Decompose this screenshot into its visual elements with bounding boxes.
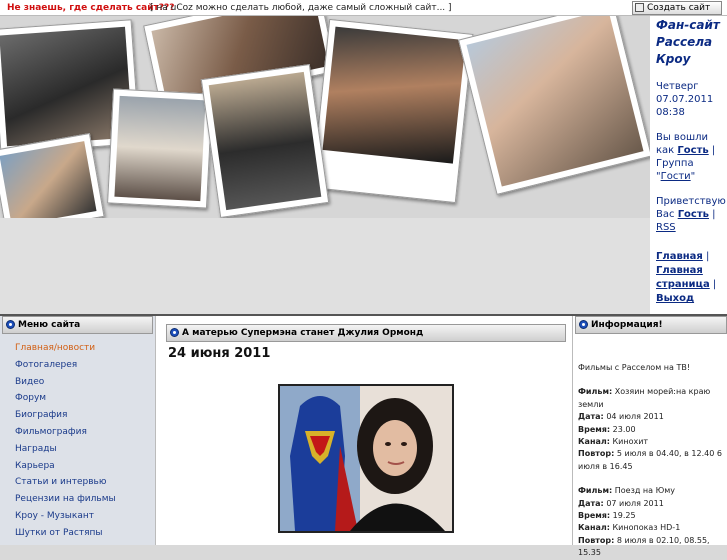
welcome-block: Приветствую Вас Гость | RSS: [656, 196, 726, 233]
menu-item-video[interactable]: Видео: [15, 374, 116, 391]
channel-label: Канал:: [578, 437, 610, 447]
film-date: 04 июля 2011: [606, 412, 664, 422]
menu-item-jokes[interactable]: Шутки от Растяпы: [15, 525, 116, 542]
film-date: 07 июля 2011: [606, 498, 664, 508]
welcome-guest-link[interactable]: Гость: [678, 209, 709, 220]
collage-photo: [107, 88, 213, 209]
time-label: Время:: [578, 511, 611, 521]
news-date: 24 июня 2011: [168, 346, 271, 361]
site-menu: Главная/новости Фотогалерея Видео Форум …: [15, 340, 116, 542]
film-time: 23.00: [612, 424, 636, 434]
film-time: 19.25: [612, 511, 636, 521]
current-datetime: Четверг 07.07.2011 08:38: [656, 81, 714, 118]
menu-item-musician[interactable]: Кроу - Музыкант: [15, 508, 116, 525]
collage-photo: [311, 18, 474, 204]
tv-entry: Фильм: Хозяин морей:на краю земли Дата: …: [578, 386, 726, 473]
menu-item-home-news[interactable]: Главная/новости: [15, 340, 116, 357]
menu-item-reviews[interactable]: Рецензии на фильмы: [15, 491, 116, 508]
film-name: Поезд на Юму: [614, 486, 675, 496]
site-icon: [635, 3, 644, 12]
guest-link[interactable]: Гость: [677, 145, 708, 156]
tv-entry: Фильм: Поезд на Юму Дата: 07 июля 2011 В…: [578, 485, 726, 559]
nav-main-page-link[interactable]: Главная страница: [656, 265, 710, 290]
time-label: Время:: [578, 424, 611, 434]
ucoz-tagline-link[interactable]: [ на uCoz можно сделать любой, даже самы…: [150, 0, 452, 16]
info-title: Информация!: [591, 320, 663, 330]
menu-item-career[interactable]: Карьера: [15, 458, 116, 475]
tv-heading: Фильмы с Расселом на ТВ!: [578, 363, 691, 372]
menu-item-photos[interactable]: Фотогалерея: [15, 357, 116, 374]
bullet-icon: [170, 328, 179, 337]
top-ad-bar: Не знаешь, где сделать сайт??? [ на uCoz…: [0, 0, 727, 16]
menu-item-biography[interactable]: Биография: [15, 407, 116, 424]
news-image[interactable]: [278, 384, 454, 533]
collage-photo: [458, 16, 650, 195]
repeat-label: Повтор:: [578, 449, 615, 459]
info-header: Информация!: [575, 316, 727, 334]
site-title: Фан-сайт Рассела Кроу: [656, 18, 720, 66]
menu-item-filmography[interactable]: Фильмография: [15, 424, 116, 441]
top-navigation: Главная | Главная страница | Выход: [656, 251, 717, 304]
date-label: Дата:: [578, 412, 604, 422]
create-site-button[interactable]: Создать сайт: [632, 1, 722, 15]
date-label: Дата:: [578, 498, 604, 508]
news-title[interactable]: А матерью Супермэна станет Джулия Ормонд: [182, 328, 423, 338]
header-photo-collage: [0, 16, 650, 218]
nav-logout-link[interactable]: Выход: [656, 293, 694, 304]
rss-link[interactable]: RSS: [656, 222, 676, 233]
film-label: Фильм:: [578, 486, 613, 496]
menu-item-forum[interactable]: Форум: [15, 390, 116, 407]
channel-label: Канал:: [578, 523, 610, 533]
bullet-icon: [579, 320, 588, 329]
header-blank-area: [0, 218, 650, 314]
superman-photo: [280, 386, 452, 531]
film-channel: Кинохит: [612, 437, 649, 447]
film-channel: Кинопоказ HD-1: [612, 523, 681, 533]
film-label: Фильм:: [578, 387, 613, 397]
menu-title: Меню сайта: [18, 320, 81, 330]
main-content: А матерью Супермэна станет Джулия Ормонд…: [155, 316, 573, 545]
repeat-label: Повтор:: [578, 535, 615, 545]
bullet-icon: [6, 320, 15, 329]
menu-item-articles[interactable]: Статьи и интервью: [15, 474, 116, 491]
user-info-panel: Фан-сайт Рассела Кроу Четверг 07.07.2011…: [650, 16, 727, 316]
tv-schedule: Фильмы с Расселом на ТВ! Фильм: Хозяин м…: [578, 362, 726, 560]
news-header: А матерью Супермэна станет Джулия Ормонд: [166, 324, 566, 342]
group-link[interactable]: Гости: [661, 171, 691, 182]
collage-photo: [200, 64, 330, 218]
login-status: Вы вошли как Гость | Группа "Гости": [656, 132, 716, 182]
collage-photo: [0, 132, 105, 218]
create-site-label: Создать сайт: [647, 3, 711, 13]
menu-header: Меню сайта: [2, 316, 153, 334]
menu-item-awards[interactable]: Награды: [15, 441, 116, 458]
nav-home-link[interactable]: Главная: [656, 251, 703, 262]
